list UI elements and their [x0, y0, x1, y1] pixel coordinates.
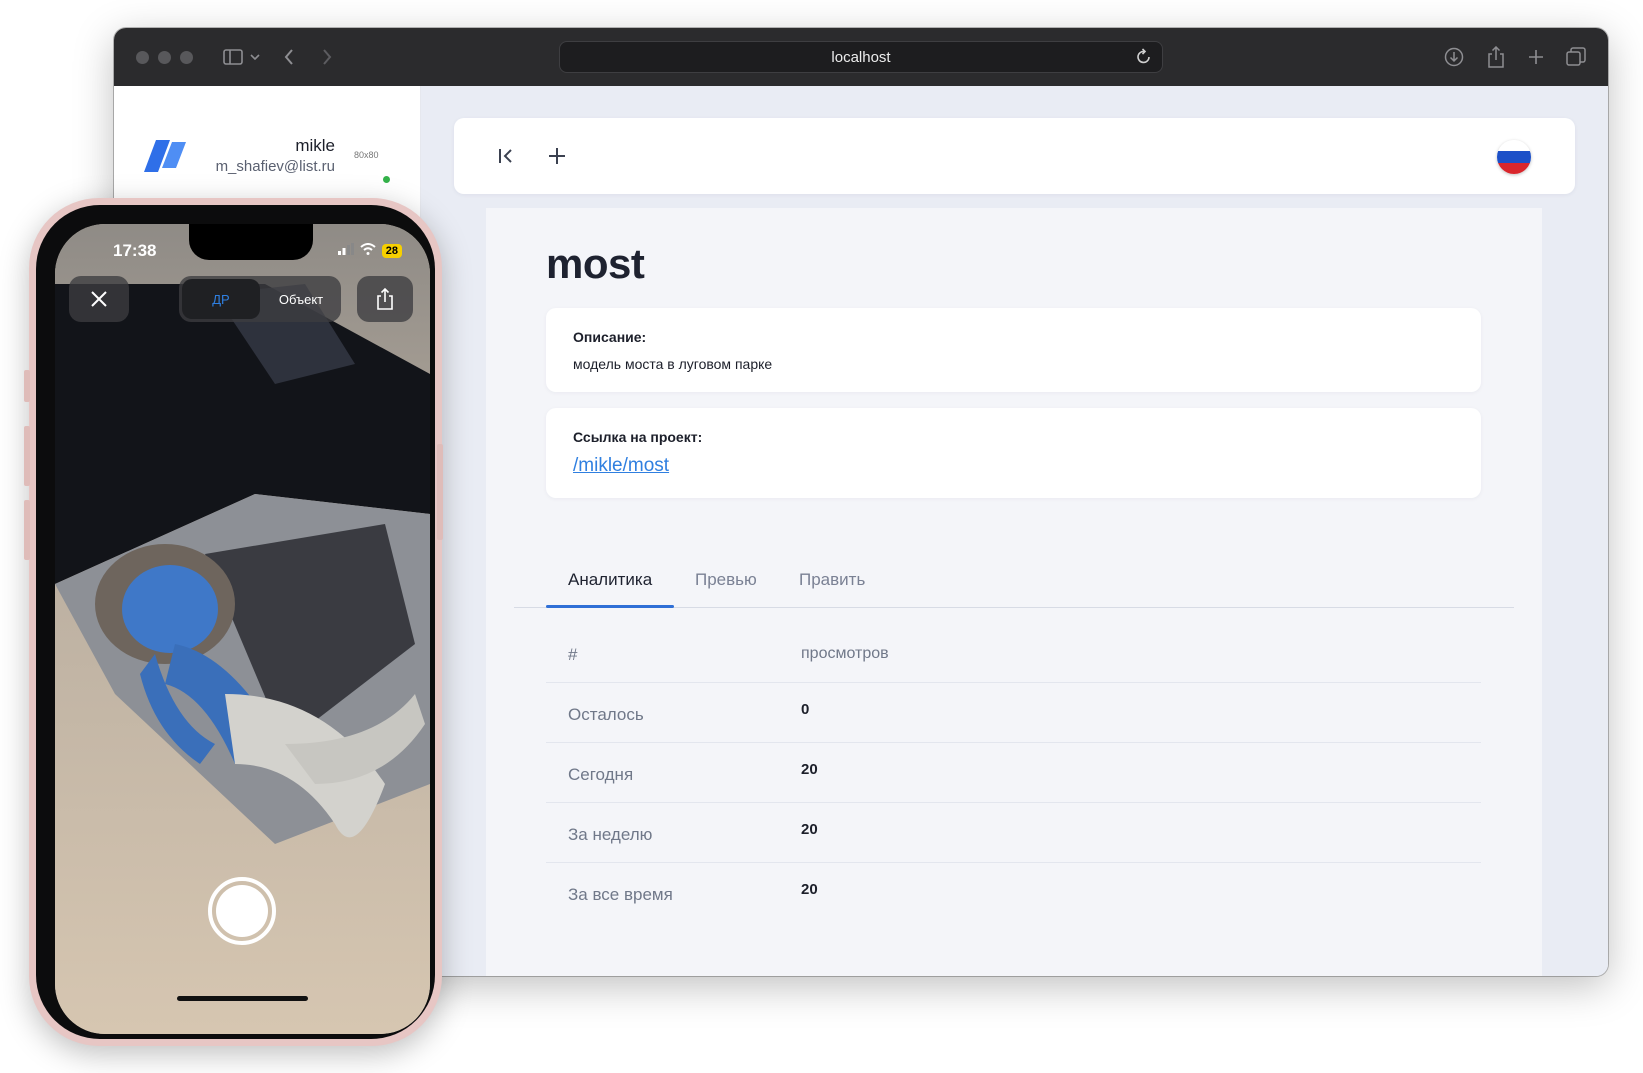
phone-device: 17:38 28 ДР Объект [24, 198, 443, 1046]
phone-action-button [24, 370, 30, 402]
description-text: модель моста в луговом парке [573, 356, 773, 372]
main-area: most Описание: модель моста в луговом па… [421, 86, 1608, 976]
table-row: За неделю 20 [546, 803, 1481, 863]
zoom-window-button[interactable] [180, 51, 193, 64]
mode-ar-button[interactable]: ДР [182, 279, 260, 319]
online-status-indicator [381, 174, 392, 185]
table-header-row: # просмотров [546, 623, 1481, 683]
status-indicators: 28 [337, 242, 402, 260]
tab-analytics[interactable]: Аналитика [568, 570, 652, 590]
avatar[interactable]: 80x80 [354, 150, 379, 160]
status-time: 17:38 [113, 241, 157, 260]
row-value: 20 [801, 881, 818, 898]
row-value: 0 [801, 701, 810, 718]
row-value: 20 [801, 821, 818, 838]
top-toolbar [454, 118, 1575, 194]
battery-level: 28 [381, 244, 402, 258]
row-label: Сегодня [568, 765, 634, 784]
address-text: localhost [831, 48, 891, 66]
page-title: most [546, 240, 645, 287]
column-header-views: просмотров [801, 645, 889, 662]
table-row: Осталось 0 [546, 683, 1481, 743]
phone-volume-up-button [24, 426, 30, 486]
app-logo-icon [144, 138, 190, 179]
phone-volume-down-button [24, 500, 30, 560]
tab-bar: Аналитика Превью Править [514, 556, 1514, 608]
description-label: Описание: [573, 329, 647, 345]
close-window-button[interactable] [136, 51, 149, 64]
wifi-icon [360, 242, 376, 260]
tab-edit[interactable]: Править [799, 570, 865, 590]
forward-icon[interactable] [318, 44, 336, 70]
description-card: Описание: модель моста в луговом парке [546, 308, 1481, 392]
add-icon[interactable] [541, 140, 573, 172]
signal-icon [337, 242, 354, 260]
share-icon[interactable] [357, 276, 413, 322]
share-icon[interactable] [1484, 44, 1508, 70]
dynamic-island [189, 224, 313, 260]
mode-object-button[interactable]: Объект [263, 279, 339, 319]
project-link-card: Ссылка на проект: /mikle/most [546, 408, 1481, 498]
home-indicator [177, 996, 308, 1001]
address-bar[interactable]: localhost [559, 41, 1163, 73]
column-header-number: # [568, 645, 578, 664]
russian-flag-icon[interactable] [1497, 140, 1531, 174]
analytics-table: # просмотров Осталось 0 Сегодня 20 За не… [546, 623, 1481, 923]
phone-screen: 17:38 28 ДР Объект [55, 224, 430, 1034]
stage: localhost mikle m_shafiev@list.ru 80x80 … [0, 0, 1643, 1073]
back-icon[interactable] [280, 44, 298, 70]
user-email: m_shafiev@list.ru [215, 158, 335, 175]
project-link-label: Ссылка на проект: [573, 429, 703, 445]
project-details: most Описание: модель моста в луговом па… [486, 208, 1542, 976]
row-label: Осталось [568, 705, 644, 724]
minimize-window-button[interactable] [158, 51, 171, 64]
new-tab-icon[interactable] [1524, 44, 1548, 70]
close-icon[interactable] [69, 276, 129, 322]
chevron-down-icon[interactable] [248, 44, 262, 70]
browser-titlebar: localhost [114, 28, 1608, 86]
table-row: Сегодня 20 [546, 743, 1481, 803]
phone-side-button [437, 444, 443, 540]
row-value: 20 [801, 761, 818, 778]
phone-bezel: 17:38 28 ДР Объект [36, 205, 435, 1039]
reload-icon[interactable] [1136, 48, 1152, 70]
tab-preview[interactable]: Превью [695, 570, 757, 590]
active-tab-indicator [546, 605, 674, 608]
ar-mode-switch: ДР Объект [179, 276, 341, 322]
row-label: За неделю [568, 825, 653, 844]
shutter-button[interactable] [208, 877, 276, 945]
sidebar-icon[interactable] [220, 44, 246, 70]
user-name: mikle [295, 136, 335, 155]
row-label: За все время [568, 885, 673, 904]
collapse-sidebar-icon[interactable] [490, 140, 522, 172]
download-icon[interactable] [1442, 44, 1466, 70]
table-row: За все время 20 [546, 863, 1481, 923]
tabs-overview-icon[interactable] [1564, 44, 1588, 70]
project-link[interactable]: /mikle/most [573, 455, 669, 477]
